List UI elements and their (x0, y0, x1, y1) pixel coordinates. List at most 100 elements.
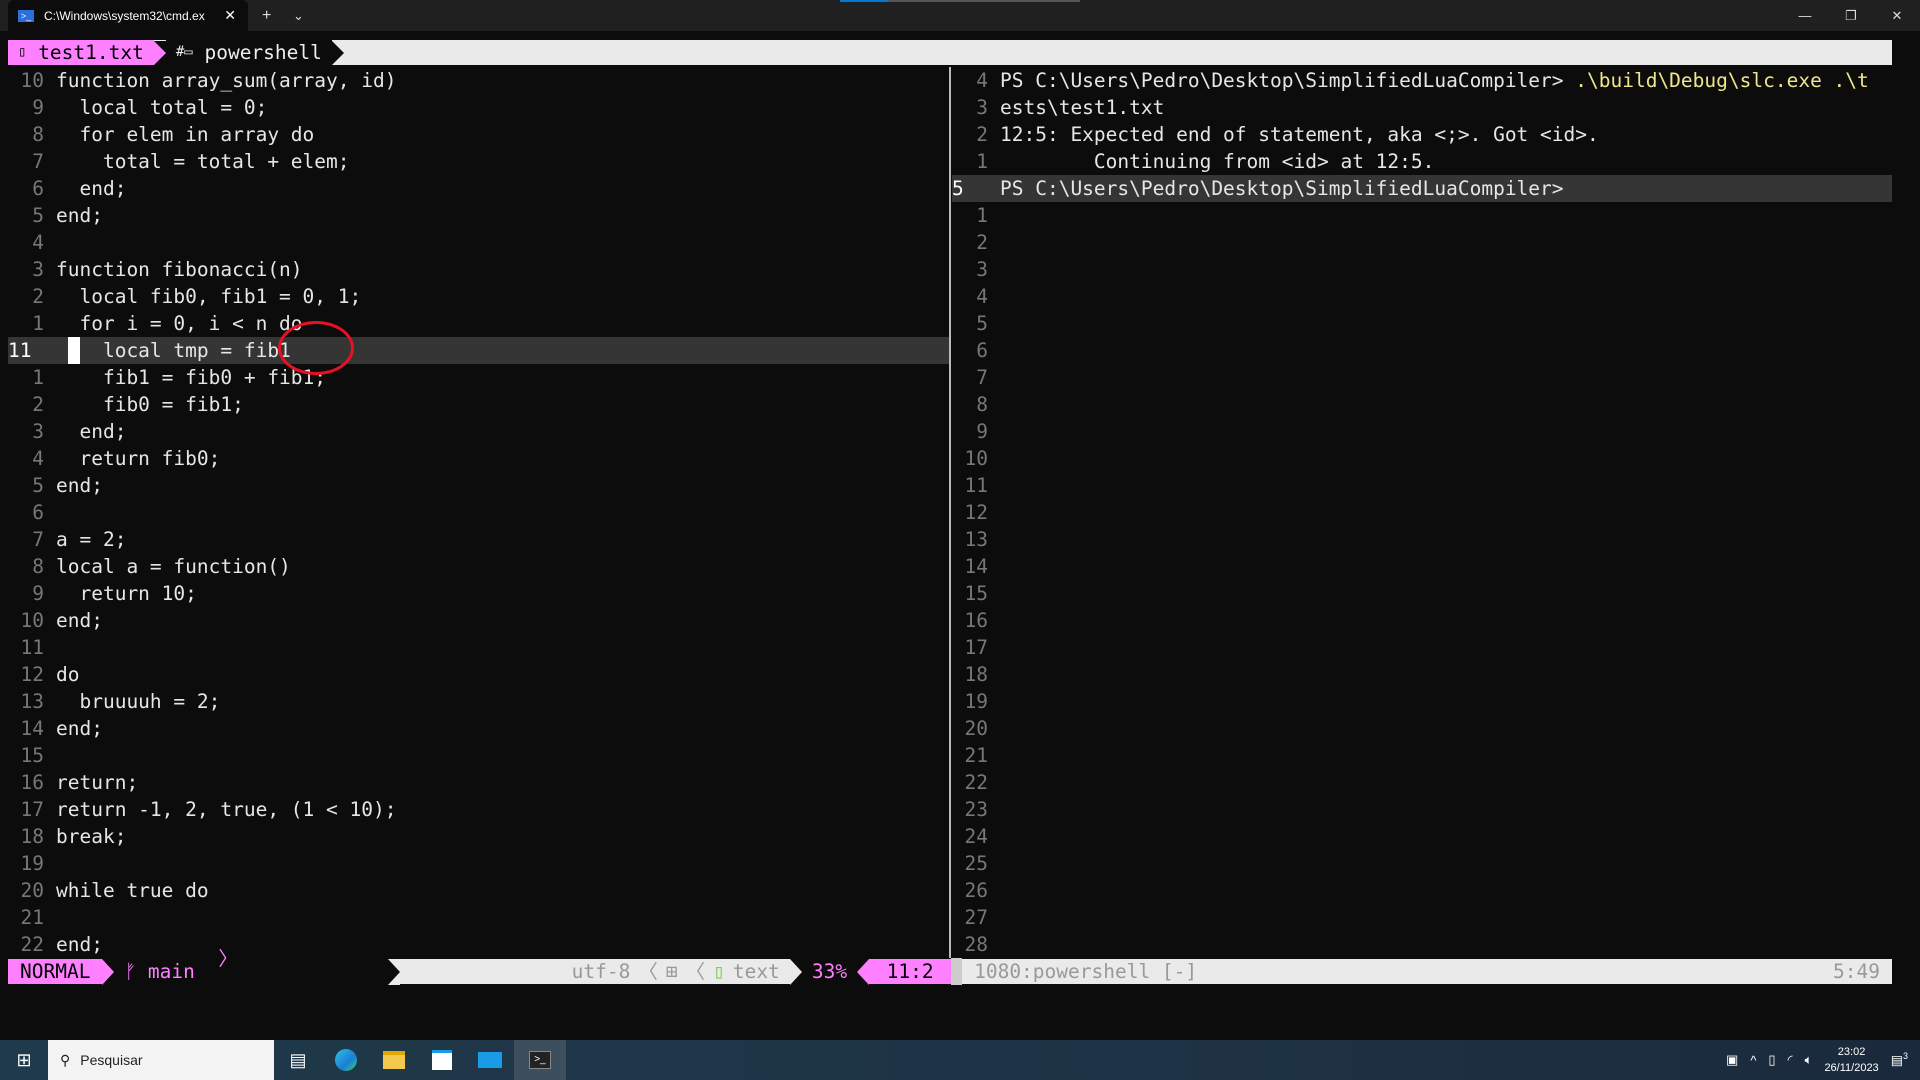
code-line[interactable]: 4 (952, 283, 1892, 310)
terminal-tab[interactable]: >_ C:\Windows\system32\cmd.ex ✕ (8, 0, 248, 31)
code-line[interactable]: 19 (8, 850, 949, 877)
code-line[interactable]: 2 local fib0, fib1 = 0, 1; (8, 283, 949, 310)
code-line[interactable]: 16 return; (8, 769, 949, 796)
code-line[interactable]: 3 ests\test1.txt (952, 94, 1892, 121)
camera-icon[interactable]: ▯ (1768, 1052, 1775, 1068)
code-line[interactable]: 19 (952, 688, 1892, 715)
minimize-button[interactable]: — (1782, 0, 1828, 31)
code-line[interactable]: 1 Continuing from <id> at 12:5. (952, 148, 1892, 175)
code-line[interactable]: 5 end; (8, 202, 949, 229)
store-icon[interactable] (418, 1040, 466, 1080)
code-line[interactable]: 22 end; (8, 931, 949, 958)
code-line[interactable]: 8 for elem in array do (8, 121, 949, 148)
maximize-button[interactable]: ❐ (1828, 0, 1874, 31)
file-explorer-icon[interactable] (370, 1040, 418, 1080)
code-line[interactable]: 1 for i = 0, i < n do (8, 310, 949, 337)
line-text: local fib0, fib1 = 0, 1; (56, 285, 362, 308)
code-line[interactable]: 20 (952, 715, 1892, 742)
code-line[interactable]: 22 (952, 769, 1892, 796)
terminal-taskbar-icon[interactable]: >_ (514, 1040, 566, 1080)
mail-icon[interactable] (466, 1040, 514, 1080)
code-line[interactable]: 7 total = total + elem; (8, 148, 949, 175)
code-line[interactable]: 12 do (8, 661, 949, 688)
code-line[interactable]: 10 end; (8, 607, 949, 634)
editor-pane[interactable]: 10 function array_sum(array, id) 9 local t… (8, 67, 949, 958)
current-line[interactable]: 11 local tmp = fib1 (8, 337, 949, 364)
split-divider[interactable] (949, 67, 951, 985)
red-circle-annotation (278, 321, 354, 375)
code-line[interactable]: 8 local a = function() (8, 553, 949, 580)
terminal-pane[interactable]: 4 PS C:\Users\Pedro\Desktop\SimplifiedLua… (952, 67, 1892, 958)
code-line[interactable]: 15 (8, 742, 949, 769)
code-line[interactable]: 2 12:5: Expected end of statement, aka <;… (952, 121, 1892, 148)
code-line[interactable]: 13 (952, 526, 1892, 553)
line-number: 10 (20, 69, 44, 92)
code-line[interactable]: 12 (952, 499, 1892, 526)
code-line[interactable]: 17 (952, 634, 1892, 661)
current-line[interactable]: 5 PS C:\Users\Pedro\Desktop\SimplifiedLua… (952, 175, 1892, 202)
wifi-icon[interactable]: ◜ (1788, 1052, 1793, 1068)
tab-close-icon[interactable]: ✕ (224, 7, 236, 24)
code-line[interactable]: 5 end; (8, 472, 949, 499)
code-line[interactable]: 9 return 10; (8, 580, 949, 607)
code-line[interactable]: 21 (952, 742, 1892, 769)
code-line[interactable]: 10 (952, 445, 1892, 472)
volume-icon[interactable]: 🔈︎ (1805, 1052, 1813, 1068)
code-line[interactable]: 16 (952, 607, 1892, 634)
code-line[interactable]: 20 while true do (8, 877, 949, 904)
code-line[interactable]: 8 (952, 391, 1892, 418)
code-line[interactable]: 18 (952, 661, 1892, 688)
code-line[interactable]: 26 (952, 877, 1892, 904)
notification-icon[interactable]: ▤3 (1891, 1051, 1908, 1068)
code-line[interactable]: 10 function array_sum(array, id) (8, 67, 949, 94)
code-line[interactable]: 6 (8, 499, 949, 526)
code-line[interactable]: 6 end; (8, 175, 949, 202)
buffer-tab-test1[interactable]: ▯ test1.txt (8, 40, 154, 65)
code-line[interactable]: 14 (952, 553, 1892, 580)
code-line[interactable]: 7 (952, 364, 1892, 391)
code-line[interactable]: 21 (8, 904, 949, 931)
code-line[interactable]: 18 break; (8, 823, 949, 850)
code-line[interactable]: 9 (952, 418, 1892, 445)
code-line[interactable]: 3 end; (8, 418, 949, 445)
code-line[interactable]: 4 PS C:\Users\Pedro\Desktop\SimplifiedLua… (952, 67, 1892, 94)
task-view-icon[interactable]: ▤ (274, 1040, 322, 1080)
tab-dropdown-button[interactable]: ⌄ (293, 0, 304, 31)
line-number: 17 (964, 636, 988, 659)
new-tab-button[interactable]: + (262, 0, 271, 31)
code-line[interactable]: 17 return -1, 2, true, (1 < 10); (8, 796, 949, 823)
search-box[interactable]: ⚲ Pesquisar (48, 1040, 274, 1080)
code-line[interactable]: 15 (952, 580, 1892, 607)
code-line[interactable]: 13 bruuuuh = 2; (8, 688, 949, 715)
code-line[interactable]: 27 (952, 904, 1892, 931)
buffer-tab-powershell[interactable]: #▭ powershell (165, 40, 332, 65)
code-line[interactable]: 3 function fibonacci(n) (8, 256, 949, 283)
code-line[interactable]: 23 (952, 796, 1892, 823)
code-line[interactable]: 5 (952, 310, 1892, 337)
news-icon[interactable]: ▣ (1726, 1052, 1738, 1068)
code-line[interactable]: 11 (952, 472, 1892, 499)
code-line[interactable]: 7 a = 2; (8, 526, 949, 553)
code-line[interactable]: 1 fib1 = fib0 + fib1; (8, 364, 949, 391)
code-line[interactable]: 3 (952, 256, 1892, 283)
code-line[interactable]: 24 (952, 823, 1892, 850)
code-line[interactable]: 11 (8, 634, 949, 661)
tray-chevron-icon[interactable]: ^ (1750, 1053, 1756, 1068)
code-line[interactable]: 14 end; (8, 715, 949, 742)
code-line[interactable]: 2 (952, 229, 1892, 256)
code-line[interactable]: 28 (952, 931, 1892, 958)
windows-fileformat-icon: ⊞ (665, 960, 678, 983)
line-number: 16 (964, 609, 988, 632)
start-button[interactable]: ⊞ (0, 1040, 48, 1080)
code-line[interactable]: 2 fib0 = fib1; (8, 391, 949, 418)
code-line[interactable]: 1 (952, 202, 1892, 229)
line-number: 20 (20, 879, 44, 902)
code-line[interactable]: 4 return fib0; (8, 445, 949, 472)
edge-icon[interactable] (322, 1040, 370, 1080)
close-button[interactable]: ✕ (1874, 0, 1920, 31)
code-line[interactable]: 25 (952, 850, 1892, 877)
clock[interactable]: 23:02 26/11/2023 (1824, 1044, 1878, 1076)
code-line[interactable]: 9 local total = 0; (8, 94, 949, 121)
code-line[interactable]: 6 (952, 337, 1892, 364)
code-line[interactable]: 4 (8, 229, 949, 256)
